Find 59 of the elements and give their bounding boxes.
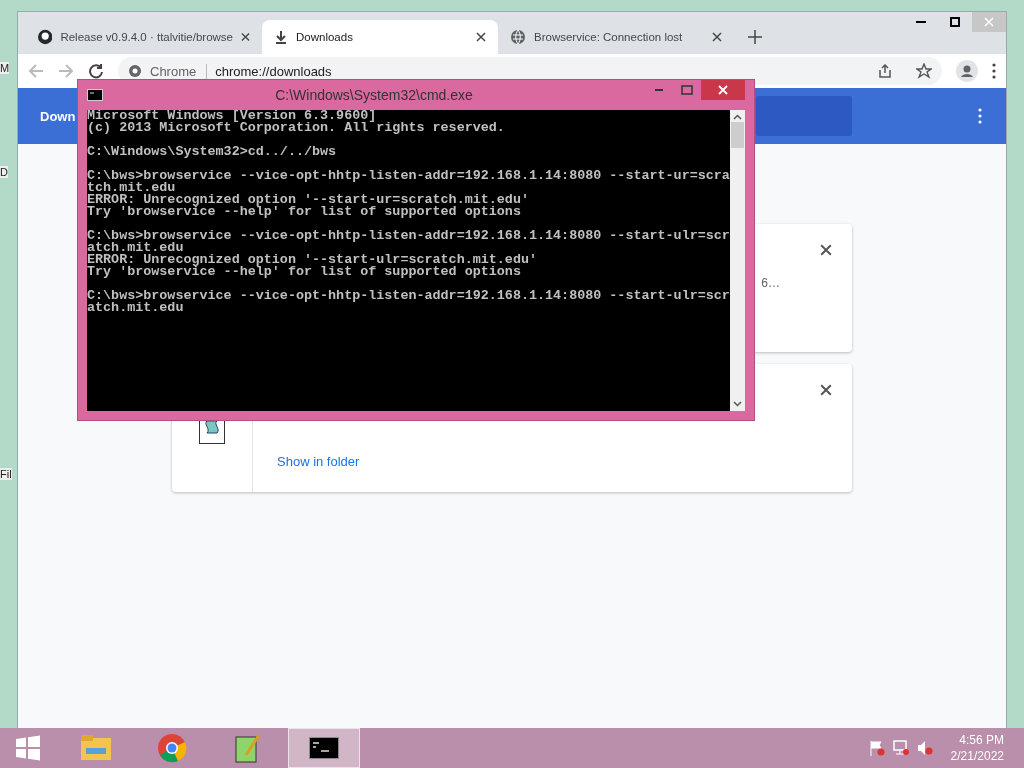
minimize-icon — [655, 89, 663, 91]
console-icon — [309, 737, 339, 759]
maximize-icon — [950, 17, 960, 27]
show-in-folder-link[interactable]: Show in folder — [277, 454, 828, 469]
maximize-icon — [681, 85, 693, 95]
console-line: C:\bws>browservice --vice-opt-hhtp-listen-addr=192.168.1.14:8080 --start-ulr=scr — [87, 290, 730, 302]
window-title: C:\Windows\System32\cmd.exe — [274, 87, 474, 103]
close-button[interactable] — [701, 80, 745, 100]
network-icon[interactable] — [892, 740, 909, 756]
menu-icon[interactable] — [992, 63, 996, 79]
notepad-icon — [234, 733, 262, 763]
flag-icon[interactable] — [868, 740, 885, 756]
globe-icon — [510, 29, 526, 45]
page-title: Down — [40, 108, 76, 124]
browser-tab[interactable]: Downloads — [262, 20, 498, 54]
console-line: atch.mit.edu — [87, 242, 184, 254]
scroll-thumb[interactable] — [730, 122, 744, 148]
console-line: Try 'browservice --help' for list of supported options — [87, 266, 522, 278]
new-tab-icon[interactable] — [748, 30, 762, 44]
profile-icon[interactable] — [956, 60, 978, 82]
desktop-icon-label: M — [0, 62, 10, 74]
file-url: 6… — [761, 276, 780, 290]
console-line: C:\bws>browservice --vice-opt-hhtp-listen-addr=192.168.1.14:8080 --start-ur=scra — [87, 170, 730, 182]
remove-button[interactable] — [818, 382, 834, 398]
scrollbar[interactable] — [729, 110, 745, 411]
console-line: Try 'browservice --help' for list of supported options — [87, 206, 522, 218]
menu-icon[interactable] — [978, 108, 982, 124]
folder-icon — [80, 734, 112, 762]
share-icon[interactable] — [878, 64, 892, 78]
download-icon — [274, 30, 288, 44]
close-tab-icon — [712, 32, 722, 42]
browser-tab[interactable]: Browservice: Connection lost — [498, 20, 734, 54]
console-line: atch.mit.edu — [87, 302, 185, 314]
taskbar-app[interactable] — [288, 728, 360, 768]
close-icon — [984, 17, 994, 27]
desktop-icon-label: Fil — [0, 468, 12, 480]
console-line: ERROR: Unrecognized option '--start-ulr=scratch.mit.edu' — [87, 254, 538, 266]
scroll-down-icon[interactable] — [732, 401, 742, 407]
console-icon — [87, 89, 103, 101]
remove-button[interactable] — [818, 242, 834, 258]
browser-tab[interactable]: Release v0.9.4.0 · ttalvitie/browse — [26, 20, 262, 54]
volume-icon[interactable] — [916, 740, 933, 756]
scroll-up-icon[interactable] — [732, 114, 742, 120]
console-line: (c) 2013 Microsoft Corporation. All rights reserved. — [87, 122, 506, 134]
close-tab-icon — [241, 32, 250, 42]
close-tab-icon — [476, 32, 486, 42]
windows-logo-icon — [15, 735, 41, 761]
console-line: tch.mit.edu — [87, 182, 176, 194]
url-text: chrome://downloads — [215, 63, 332, 79]
minimize-icon — [916, 21, 926, 23]
star-icon[interactable] — [916, 63, 932, 79]
desktop-icon-label: D — [0, 166, 8, 178]
console-line: ERROR: Unrecognized option '--start-ur=scratch.mit.edu' — [87, 194, 530, 206]
close-icon — [718, 85, 728, 95]
console-line: C:\Windows\System32>cd../../bws — [87, 146, 338, 158]
search-field[interactable] — [756, 96, 852, 136]
reload-icon[interactable] — [88, 63, 104, 79]
site-chip: Chrome — [150, 63, 208, 79]
console-line: C:\bws>browservice --vice-opt-hhtp-listen-addr=192.168.1.14:8080 --start-ulr=scr — [87, 230, 730, 242]
